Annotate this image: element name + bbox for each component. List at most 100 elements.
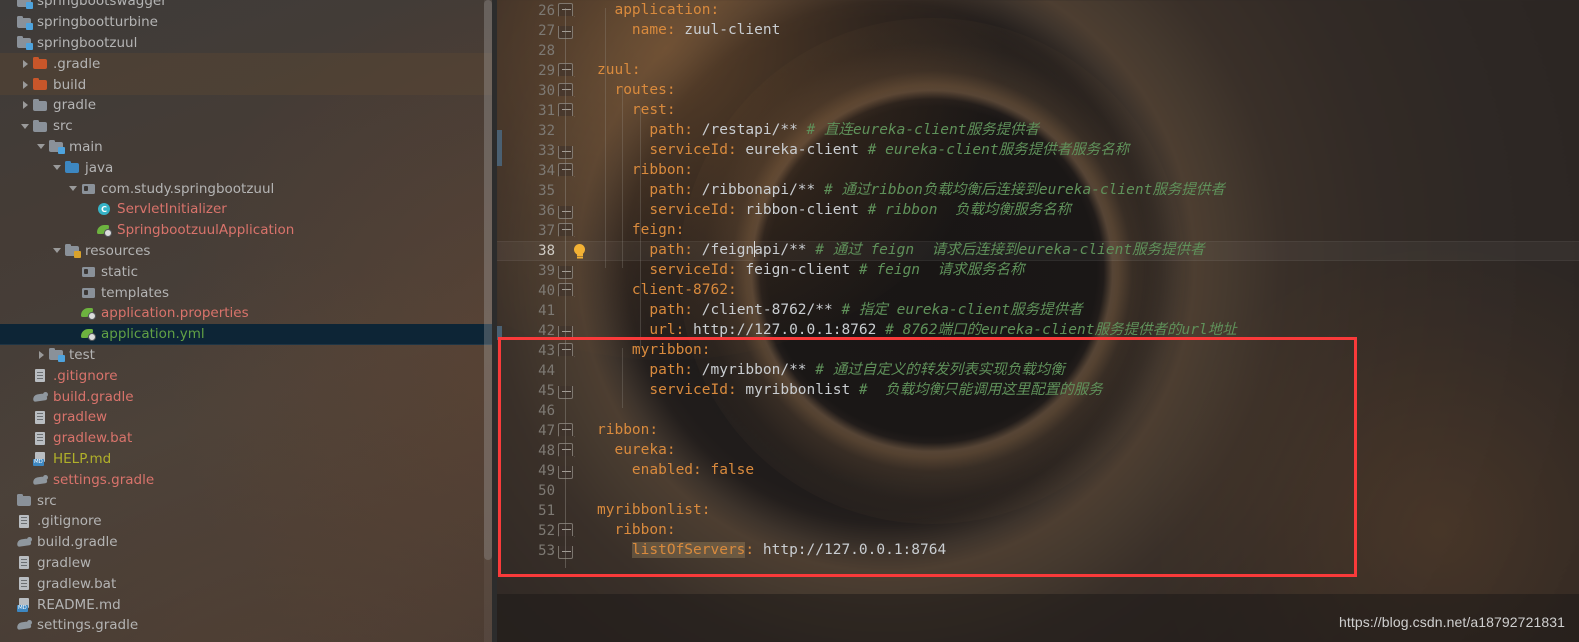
- code-line[interactable]: path: /restapi/** # 直连eureka-client服务提供者: [597, 120, 1237, 140]
- code-line[interactable]: ribbon:: [597, 520, 1237, 540]
- code-line[interactable]: listOfServers: http://127.0.0.1:8764: [597, 540, 1237, 560]
- tree-item[interactable]: springbootturbine: [0, 12, 497, 33]
- code-line[interactable]: url: http://127.0.0.1:8762 # 8762端口的eure…: [597, 320, 1237, 340]
- chevron-down-icon[interactable]: [20, 121, 31, 132]
- tree-item[interactable]: build.gradle: [0, 532, 497, 553]
- file-icon: [17, 556, 32, 570]
- code-line[interactable]: serviceId: ribbon-client # ribbon 负载均衡服务…: [597, 200, 1237, 220]
- code-line[interactable]: [597, 40, 1237, 60]
- tree-item[interactable]: .gitignore: [0, 511, 497, 532]
- code-line[interactable]: serviceId: myribbonlist # 负载均衡只能调用这里配置的服…: [597, 380, 1237, 400]
- code-line[interactable]: path: /feignapi/** # 通过 feign 请求后连接到eure…: [597, 240, 1237, 260]
- tree-item-label: com.study.springbootzuul: [101, 180, 275, 197]
- tree-item[interactable]: com.study.springbootzuul: [0, 178, 497, 199]
- code-line[interactable]: routes:: [597, 80, 1237, 100]
- tree-item-label: src: [37, 492, 57, 509]
- code-line[interactable]: serviceId: eureka-client # eureka-client…: [597, 140, 1237, 160]
- line-number: 39: [538, 263, 555, 279]
- intention-bulb-icon[interactable]: [573, 244, 587, 258]
- line-number: 45: [538, 383, 555, 399]
- yaml-key: myribbonlist:: [597, 502, 711, 518]
- tree-item[interactable]: java: [0, 157, 497, 178]
- tree-item[interactable]: gradlew: [0, 407, 497, 428]
- tree-item[interactable]: test: [0, 345, 497, 366]
- line-number: 37: [538, 223, 555, 239]
- sidebar-divider[interactable]: [492, 0, 497, 642]
- file-icon: [33, 369, 48, 383]
- code-line[interactable]: ribbon:: [597, 420, 1237, 440]
- folder-orange-icon: [33, 78, 48, 92]
- tree-item[interactable]: gradlew.bat: [0, 573, 497, 594]
- tree-item[interactable]: SpringbootzuulApplication: [0, 220, 497, 241]
- code-line[interactable]: path: /myribbon/** # 通过自定义的转发列表实现负载均衡: [597, 360, 1237, 380]
- chevron-down-icon[interactable]: [36, 141, 47, 152]
- tree-item[interactable]: src: [0, 490, 497, 511]
- code-line[interactable]: rest:: [597, 100, 1237, 120]
- editor-gutter[interactable]: 26 27 28 29 30 31 32 33 34 35 36 37 38 39 40 41 42 43 44 45…: [497, 0, 597, 642]
- tree-item[interactable]: MD README.md: [0, 594, 497, 615]
- tree-item[interactable]: static: [0, 261, 497, 282]
- tree-item-label: static: [101, 263, 139, 280]
- chevron-right-icon[interactable]: [36, 349, 47, 360]
- code-line[interactable]: serviceId: feign-client # feign 请求服务名称: [597, 260, 1237, 280]
- tree-item[interactable]: MD HELP.md: [0, 449, 497, 470]
- markdown-icon: MD: [17, 597, 32, 612]
- tree-item[interactable]: settings.gradle: [0, 469, 497, 490]
- project-tree-scrollbar[interactable]: [484, 0, 492, 642]
- vcs-change-marker: [497, 326, 502, 340]
- code-line[interactable]: myribbonlist:: [597, 500, 1237, 520]
- tree-item[interactable]: springbootswagger: [0, 0, 497, 12]
- line-number: 28: [538, 43, 555, 59]
- code-line[interactable]: [597, 400, 1237, 420]
- tree-item[interactable]: templates: [0, 282, 497, 303]
- code-line[interactable]: ribbon:: [597, 160, 1237, 180]
- code-line[interactable]: myribbon:: [597, 340, 1237, 360]
- code-line[interactable]: path: /client-8762/** # 指定 eureka-client…: [597, 300, 1237, 320]
- code-line[interactable]: enabled: false: [597, 460, 1237, 480]
- tree-item[interactable]: .gradle: [0, 53, 497, 75]
- tree-item[interactable]: .gitignore: [0, 365, 497, 386]
- chevron-right-icon[interactable]: [20, 58, 31, 69]
- tree-item[interactable]: build.gradle: [0, 386, 497, 407]
- tree-item[interactable]: gradlew.bat: [0, 428, 497, 449]
- code-line[interactable]: name: zuul-client: [597, 20, 1237, 40]
- code-line[interactable]: eureka:: [597, 440, 1237, 460]
- line-number: 41: [538, 303, 555, 319]
- scrollbar-thumb[interactable]: [484, 0, 492, 560]
- chevron-down-icon[interactable]: [52, 162, 63, 173]
- yaml-comment: # 8762端口的eureka-client服务提供者的url地址: [885, 322, 1237, 338]
- chevron-down-icon[interactable]: [68, 183, 79, 194]
- tree-item[interactable]: gradlew: [0, 553, 497, 574]
- code-line[interactable]: client-8762:: [597, 280, 1237, 300]
- tree-item[interactable]: application.yml: [0, 323, 497, 345]
- tree-item[interactable]: springbootzuul: [0, 33, 497, 54]
- chevron-right-icon[interactable]: [20, 100, 31, 111]
- tree-item[interactable]: gradle: [0, 95, 497, 116]
- code-editor[interactable]: 26 27 28 29 30 31 32 33 34 35 36 37 38 39 40 41 42 43 44 45…: [497, 0, 1579, 642]
- tree-item[interactable]: main: [0, 137, 497, 158]
- project-tree[interactable]: springbootswagger springbootturbine spring…: [0, 0, 497, 636]
- editor-code-area[interactable]: application: name: zuul-client zuul: rout…: [597, 0, 1237, 560]
- code-line[interactable]: [597, 480, 1237, 500]
- project-tool-window[interactable]: springbootswagger springbootturbine spring…: [0, 0, 497, 642]
- yaml-value: api/**: [754, 242, 816, 258]
- chevron-down-icon[interactable]: [52, 245, 63, 256]
- tree-item[interactable]: application.properties: [0, 303, 497, 324]
- code-line[interactable]: application:: [597, 0, 1237, 20]
- folder-blue-icon: [65, 161, 80, 175]
- line-number: 35: [538, 183, 555, 199]
- chevron-right-icon[interactable]: [20, 79, 31, 90]
- tree-item[interactable]: settings.gradle: [0, 615, 497, 636]
- code-line[interactable]: feign:: [597, 220, 1237, 240]
- tree-item-label: ServletInitializer: [117, 201, 227, 218]
- package-icon: [81, 265, 96, 279]
- tree-item[interactable]: C ServletInitializer: [0, 199, 497, 220]
- tree-item[interactable]: resources: [0, 241, 497, 262]
- tree-item[interactable]: build: [0, 74, 497, 95]
- code-line[interactable]: zuul:: [597, 60, 1237, 80]
- tree-item[interactable]: src: [0, 116, 497, 137]
- code-line[interactable]: path: /ribbonapi/** # 通过ribbon负载均衡后连接到eu…: [597, 180, 1237, 200]
